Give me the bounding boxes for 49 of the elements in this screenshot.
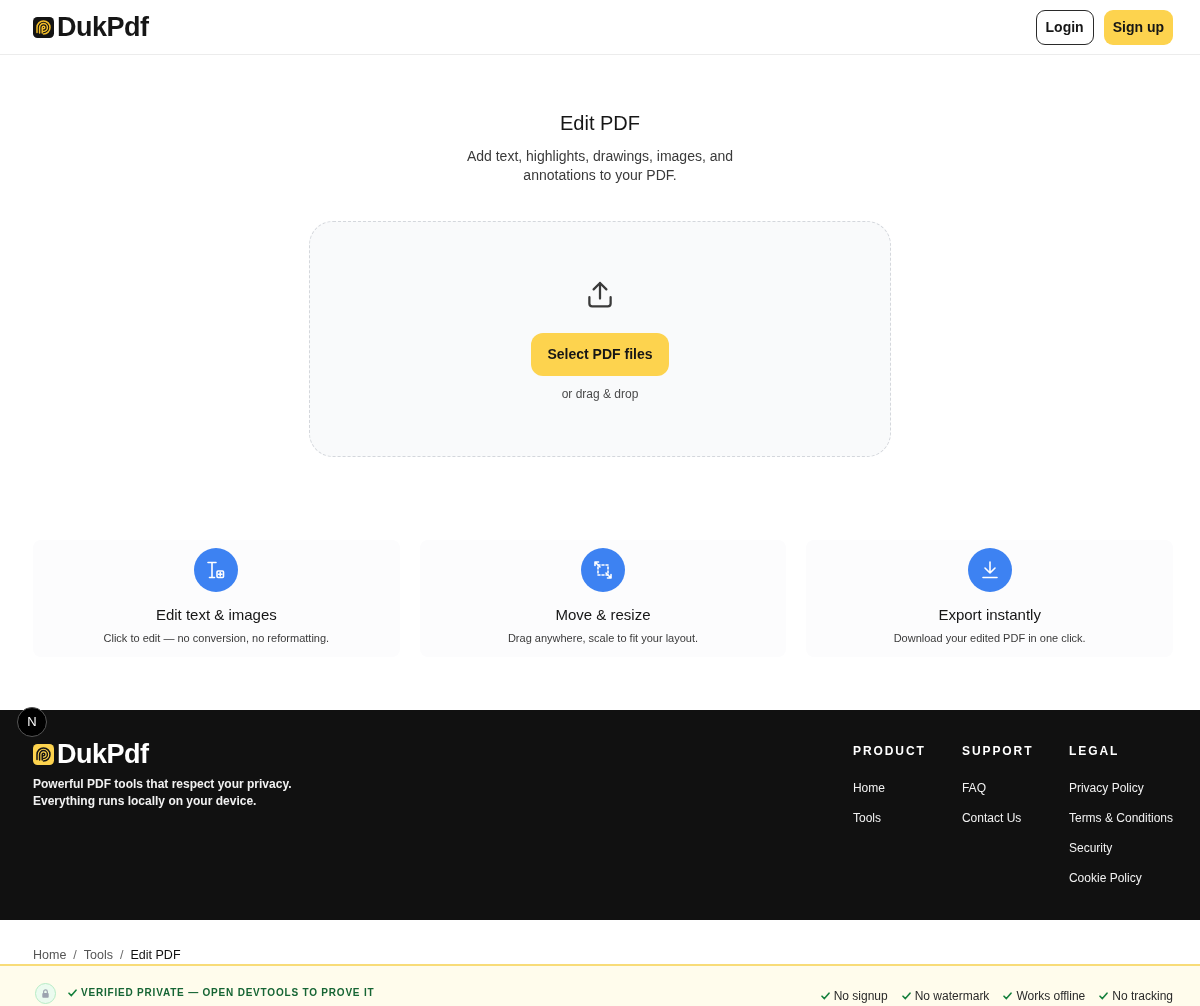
logo-icon	[33, 743, 54, 765]
check-icon	[1099, 992, 1109, 1000]
login-button[interactable]: Login	[1035, 9, 1094, 45]
check-icon	[68, 989, 77, 997]
footer-link[interactable]: Contact Us	[961, 810, 1069, 826]
page-title: Edit PDF	[560, 111, 640, 136]
footer-link[interactable]: Cookie Policy	[1068, 870, 1173, 886]
footer-link[interactable]: Privacy Policy	[1068, 780, 1173, 796]
feature-description: Click to edit — no conversion, no reformatting.	[103, 631, 330, 646]
footer-heading: LEGAL	[1068, 743, 1121, 759]
breadcrumb-link[interactable]: Tools	[83, 947, 113, 963]
select-files-button[interactable]: Select PDF files	[531, 333, 669, 376]
resize-icon	[581, 548, 625, 592]
footer-link[interactable]: Terms & Conditions	[1068, 810, 1173, 826]
breadcrumb-link[interactable]: Home	[33, 947, 67, 963]
signup-button[interactable]: Sign up	[1103, 9, 1173, 45]
feature-title: Edit text & images	[155, 605, 277, 625]
trust-item-label: Works offline	[1016, 988, 1086, 1004]
feature-description: Drag anywhere, scale to fit your layout.	[507, 631, 699, 646]
drop-hint: or drag & drop	[561, 386, 639, 402]
footer-link[interactable]: Security	[1068, 840, 1173, 856]
text-cursor-icon	[194, 548, 239, 592]
trust-item-label: No signup	[833, 988, 888, 1004]
page-subtitle: Add text, highlights, drawings, images, and annotations to your PDF.	[465, 147, 735, 185]
dev-tools-button[interactable]: N	[17, 707, 47, 737]
check-icon	[820, 992, 830, 1000]
feature-description: Download your edited PDF in one click.	[893, 631, 1086, 646]
footer-link[interactable]: Home	[852, 780, 962, 796]
logo-text[interactable]: DukPdf	[57, 741, 149, 767]
file-drop-area[interactable]: Select PDF files or drag & drop	[309, 221, 891, 457]
verified-title: VERIFIED PRIVATE — OPEN DEVTOOLS TO PROVE IT	[81, 986, 375, 1000]
trust-item-label: No tracking	[1112, 988, 1173, 1004]
footer-link[interactable]: FAQ	[961, 780, 1069, 796]
logo-text[interactable]: DukPdf	[57, 14, 149, 40]
check-icon	[1003, 992, 1013, 1000]
trust-item-label: No watermark	[914, 988, 990, 1004]
check-icon	[901, 992, 911, 1000]
footer-link[interactable]: Tools	[852, 810, 962, 826]
footer-tagline: Powerful PDF tools that respect your privacy. Everything runs locally on your device.	[33, 776, 293, 810]
footer-heading: SUPPORT	[961, 743, 1035, 759]
logo-icon	[33, 16, 54, 38]
breadcrumb-separator: /	[73, 947, 77, 963]
breadcrumb-current: Edit PDF	[130, 947, 181, 963]
download-icon	[967, 548, 1012, 592]
feature-title: Move & resize	[555, 605, 651, 625]
lock-icon	[35, 983, 56, 1004]
feature-title: Export instantly	[938, 605, 1041, 625]
breadcrumb-separator: /	[120, 947, 124, 963]
footer-heading: PRODUCT	[852, 743, 927, 759]
